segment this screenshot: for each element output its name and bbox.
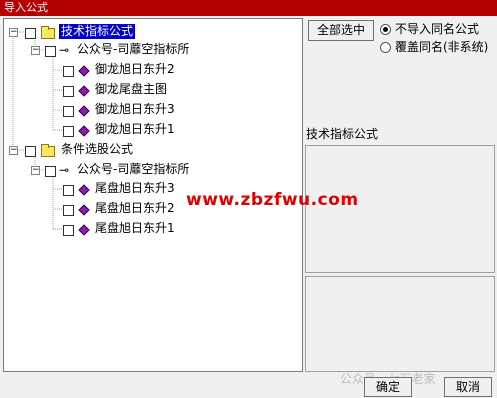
category-label: 技术指标公式	[306, 127, 379, 141]
folder-icon	[41, 144, 55, 157]
item-label[interactable]: 御龙尾盘主图	[95, 82, 167, 97]
radio-overwrite[interactable]: 覆盖同名(非系统)	[380, 40, 495, 56]
item-checkbox[interactable]	[63, 126, 74, 137]
tree-item[interactable]: 御龙尾盘主图	[4, 82, 302, 98]
item-checkbox[interactable]	[63, 225, 74, 236]
tree-subgroup-technical[interactable]: − ⊸ 公众号-司蘼空指标所	[4, 42, 302, 58]
item-label[interactable]: 尾盘旭日东升2	[95, 201, 175, 216]
item-checkbox[interactable]	[63, 185, 74, 196]
tree-item[interactable]: 御龙旭日东升3	[4, 102, 302, 118]
tree-item[interactable]: 御龙旭日东升2	[4, 62, 302, 78]
tree-subgroup-screening[interactable]: − ⊸ 公众号-司蘼空指标所	[4, 162, 302, 178]
formula-icon	[78, 85, 90, 97]
item-label[interactable]: 御龙旭日东升1	[95, 122, 175, 137]
tree-group-screening[interactable]: − 条件选股公式	[4, 142, 302, 158]
item-checkbox[interactable]	[63, 66, 74, 77]
subgroup-label[interactable]: 公众号-司蘼空指标所	[77, 162, 189, 177]
group-checkbox[interactable]	[25, 146, 36, 157]
formula-icon	[78, 105, 90, 117]
subgroup-checkbox[interactable]	[45, 166, 56, 177]
select-all-button[interactable]: 全部选中	[308, 20, 374, 41]
group-checkbox[interactable]	[25, 28, 36, 39]
collapse-icon[interactable]: −	[31, 166, 40, 175]
collapse-icon[interactable]: −	[31, 46, 40, 55]
subgroup-checkbox[interactable]	[45, 46, 56, 57]
group-label[interactable]: 技术指标公式	[59, 24, 136, 39]
group-label[interactable]: 条件选股公式	[61, 142, 133, 157]
radio-skip-duplicates[interactable]: 不导入同名公式	[380, 22, 495, 38]
ok-button[interactable]: 确定	[364, 377, 412, 397]
subgroup-label[interactable]: 公众号-司蘼空指标所	[77, 42, 189, 57]
formula-icon	[78, 65, 90, 77]
item-checkbox[interactable]	[63, 106, 74, 117]
tree-group-technical[interactable]: − 技术指标公式	[4, 24, 302, 40]
item-label[interactable]: 尾盘旭日东升1	[95, 221, 175, 236]
collapse-icon[interactable]: −	[9, 146, 18, 155]
window-title: 导入公式	[4, 1, 48, 14]
formula-icon	[78, 224, 90, 236]
title-bar: 导入公式	[0, 0, 497, 16]
item-label[interactable]: 御龙旭日东升2	[95, 62, 175, 77]
radio-button[interactable]	[380, 24, 391, 35]
item-label[interactable]: 御龙旭日东升3	[95, 102, 175, 117]
radio-button[interactable]	[380, 42, 391, 53]
item-checkbox[interactable]	[63, 86, 74, 97]
cancel-button[interactable]: 取消	[444, 377, 492, 397]
info-box	[305, 276, 495, 372]
formula-icon	[78, 184, 90, 196]
item-label[interactable]: 尾盘旭日东升3	[95, 181, 175, 196]
tree-item[interactable]: 御龙旭日东升1	[4, 122, 302, 138]
formula-icon	[78, 204, 90, 216]
watermark-text: www.zbzfwu.com	[186, 190, 359, 210]
tree-item[interactable]: 尾盘旭日东升1	[4, 221, 302, 237]
formula-icon	[78, 125, 90, 137]
key-icon: ⊸	[59, 43, 70, 57]
collapse-icon[interactable]: −	[9, 28, 18, 37]
radio-label: 覆盖同名(非系统)	[395, 40, 489, 54]
key-icon: ⊸	[59, 163, 70, 177]
item-checkbox[interactable]	[63, 205, 74, 216]
folder-icon	[41, 26, 55, 39]
radio-label: 不导入同名公式	[395, 22, 480, 36]
